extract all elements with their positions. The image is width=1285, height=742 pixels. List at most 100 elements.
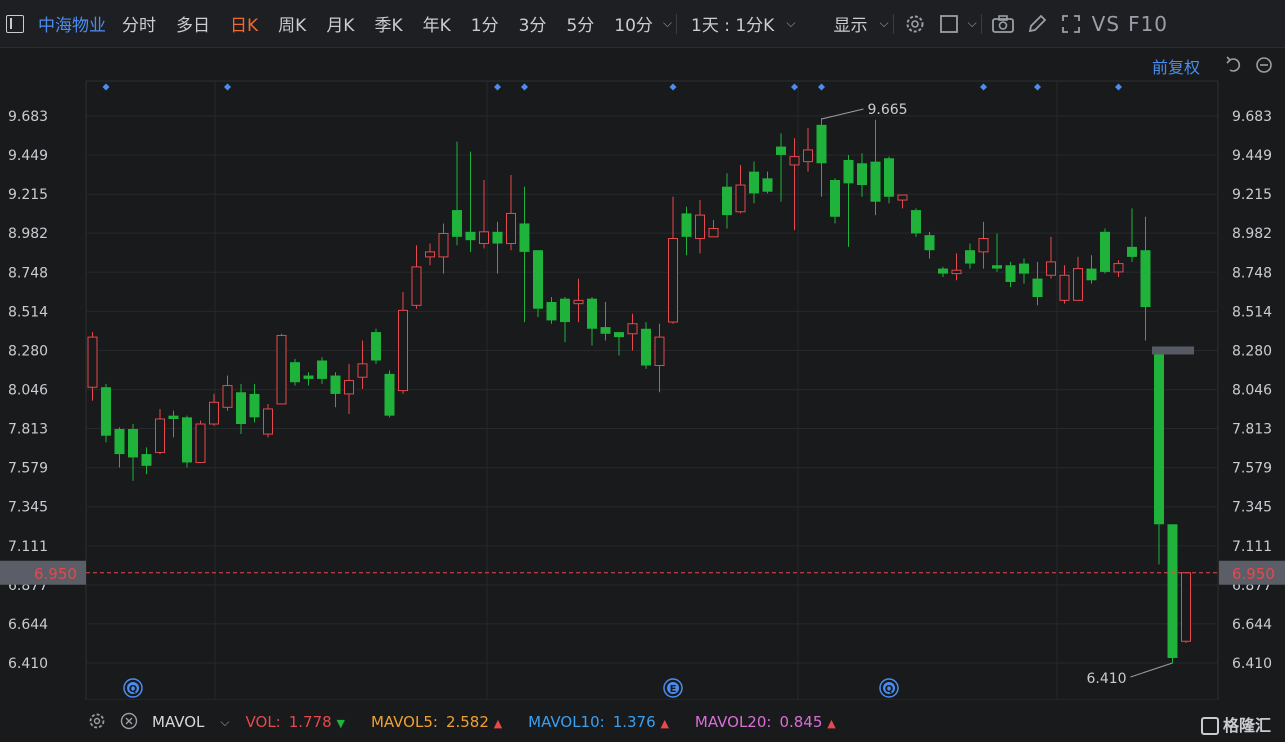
y-tick-label-left: 8.046 <box>8 383 48 399</box>
candlestick-chart[interactable]: 9.683 9.683 9.449 9.449 9.215 9.215 8.982 8.982… <box>0 48 1285 701</box>
candle[interactable] <box>182 415 192 468</box>
candle-body-down <box>722 186 732 216</box>
period-tab[interactable]: 季K <box>364 11 412 36</box>
candle-body-down <box>1154 352 1164 525</box>
stock-title[interactable]: 中海物业 <box>38 11 106 36</box>
candle[interactable] <box>371 328 381 364</box>
chart-area[interactable]: 9.683 9.683 9.449 9.449 9.215 9.215 8.982 8.982… <box>0 48 1285 701</box>
candle-body-down <box>317 360 327 379</box>
chevron-down-icon[interactable]: ⌵ <box>663 16 672 31</box>
event-badge-label: E <box>670 684 677 695</box>
candle-body-up <box>263 408 273 435</box>
price-adjust-select[interactable]: 前复权 <box>1152 54 1200 78</box>
candle-body-up <box>708 227 719 238</box>
candle-body-down <box>924 235 935 251</box>
candle[interactable] <box>533 250 543 318</box>
y-tick-label-right: 7.579 <box>1232 461 1272 477</box>
divider <box>980 13 982 34</box>
divider <box>892 13 894 34</box>
candle-body-up <box>411 266 422 306</box>
period-tab[interactable]: 日K <box>220 11 268 36</box>
close-icon[interactable] <box>120 712 140 732</box>
candle-body-up <box>573 299 584 305</box>
candle[interactable] <box>1100 228 1110 274</box>
indicator-name[interactable]: MAVOL <box>152 713 204 731</box>
candle-body-down <box>857 163 867 186</box>
candle-body-down <box>965 250 975 264</box>
chevron-down-icon[interactable]: ⌵ <box>879 16 888 31</box>
candle[interactable] <box>1181 572 1191 643</box>
gear-icon[interactable] <box>88 712 108 732</box>
candle-body-up <box>398 309 408 392</box>
period-tab[interactable]: 1分 <box>461 11 509 36</box>
f10-button[interactable]: F10 <box>1124 12 1172 36</box>
candle-body-down <box>749 171 759 194</box>
chevron-down-icon[interactable]: ⌵ <box>786 16 795 31</box>
candle-body-up <box>1113 263 1124 273</box>
y-tick-label-right: 9.683 <box>1232 109 1272 125</box>
period-tab[interactable]: 多日 <box>166 11 220 36</box>
chevron-down-icon[interactable]: ⌵ <box>968 16 977 31</box>
vs-button[interactable]: VS <box>1088 12 1124 36</box>
up-arrow-icon: ▲ <box>660 717 669 730</box>
mavol5-value: 2.582 ▲ <box>445 713 503 731</box>
period-tab[interactable]: 周K <box>268 11 316 36</box>
gear-icon[interactable] <box>902 11 928 37</box>
candle-body-down <box>587 298 597 329</box>
square-style-icon[interactable] <box>936 11 962 37</box>
candle[interactable] <box>830 178 840 224</box>
y-tick-label-right: 8.982 <box>1232 226 1272 242</box>
vol-label: VOL: <box>245 713 281 731</box>
sidebar-toggle-icon[interactable] <box>6 14 24 33</box>
minus-circle-icon[interactable] <box>1254 55 1274 75</box>
y-tick-label-right: 8.514 <box>1232 304 1272 320</box>
candle[interactable] <box>911 208 921 237</box>
candle-body-up <box>506 212 516 245</box>
candle[interactable] <box>290 358 300 386</box>
candle[interactable] <box>263 403 273 438</box>
candle-body-down <box>992 265 1002 269</box>
period-tab[interactable]: 5分 <box>556 11 604 36</box>
y-tick-label-right: 7.345 <box>1232 500 1272 516</box>
period-tab[interactable]: 10分 <box>604 11 663 36</box>
indicator-bar: MAVOL ⌵ VOL: 1.778 ▼ MAVOL5: 2.582 ▲ MAV… <box>0 702 1285 742</box>
mavol20-label: MAVOL20: <box>694 713 772 731</box>
brand-logo: 格隆汇 <box>1200 712 1271 736</box>
candle-body-down <box>560 298 570 323</box>
y-tick-label-left: 9.683 <box>8 109 48 125</box>
mavol10-value: 1.376 ▲ <box>612 713 669 731</box>
period-tab[interactable]: 分时 <box>112 11 166 36</box>
candle-body-up <box>1073 268 1083 301</box>
candle[interactable] <box>101 383 111 443</box>
candle-body-up <box>195 423 206 463</box>
candle[interactable] <box>884 156 894 204</box>
undo-icon[interactable] <box>1224 55 1244 75</box>
candle-body-down <box>938 268 948 274</box>
chevron-down-icon[interactable]: ⌵ <box>220 715 229 730</box>
candle[interactable] <box>641 322 651 369</box>
candle-body-up <box>438 232 449 258</box>
toolbar: 中海物业 分时 多日 日K 周K 月K 季K 年K 1分 3分 5分 10分 ⌵ 1天 : 1分K … <box>0 0 1285 48</box>
display-menu[interactable]: 显示 <box>823 11 877 36</box>
camera-icon[interactable] <box>990 11 1016 37</box>
period-tab[interactable]: 3分 <box>509 11 557 36</box>
candle-body-down <box>101 387 111 436</box>
event-badge-label: Q <box>885 684 894 695</box>
candle-body-down <box>681 213 692 237</box>
candle[interactable] <box>195 420 206 463</box>
candle-body-down <box>843 159 854 184</box>
candle-body-down <box>249 393 260 418</box>
pencil-icon[interactable] <box>1024 11 1050 37</box>
interval-select[interactable]: 1天 : 1分K <box>681 11 784 36</box>
candle[interactable] <box>276 333 287 405</box>
candle[interactable] <box>384 370 395 418</box>
divider <box>676 13 678 34</box>
candle-body-down <box>641 328 651 366</box>
period-tab[interactable]: 年K <box>413 11 461 36</box>
candle-body-down <box>465 231 476 241</box>
period-tab[interactable]: 月K <box>316 11 364 36</box>
candle[interactable] <box>1167 524 1178 663</box>
plot-frame <box>85 80 1219 701</box>
candle-body-up <box>951 269 962 275</box>
fullscreen-icon[interactable] <box>1058 11 1084 37</box>
